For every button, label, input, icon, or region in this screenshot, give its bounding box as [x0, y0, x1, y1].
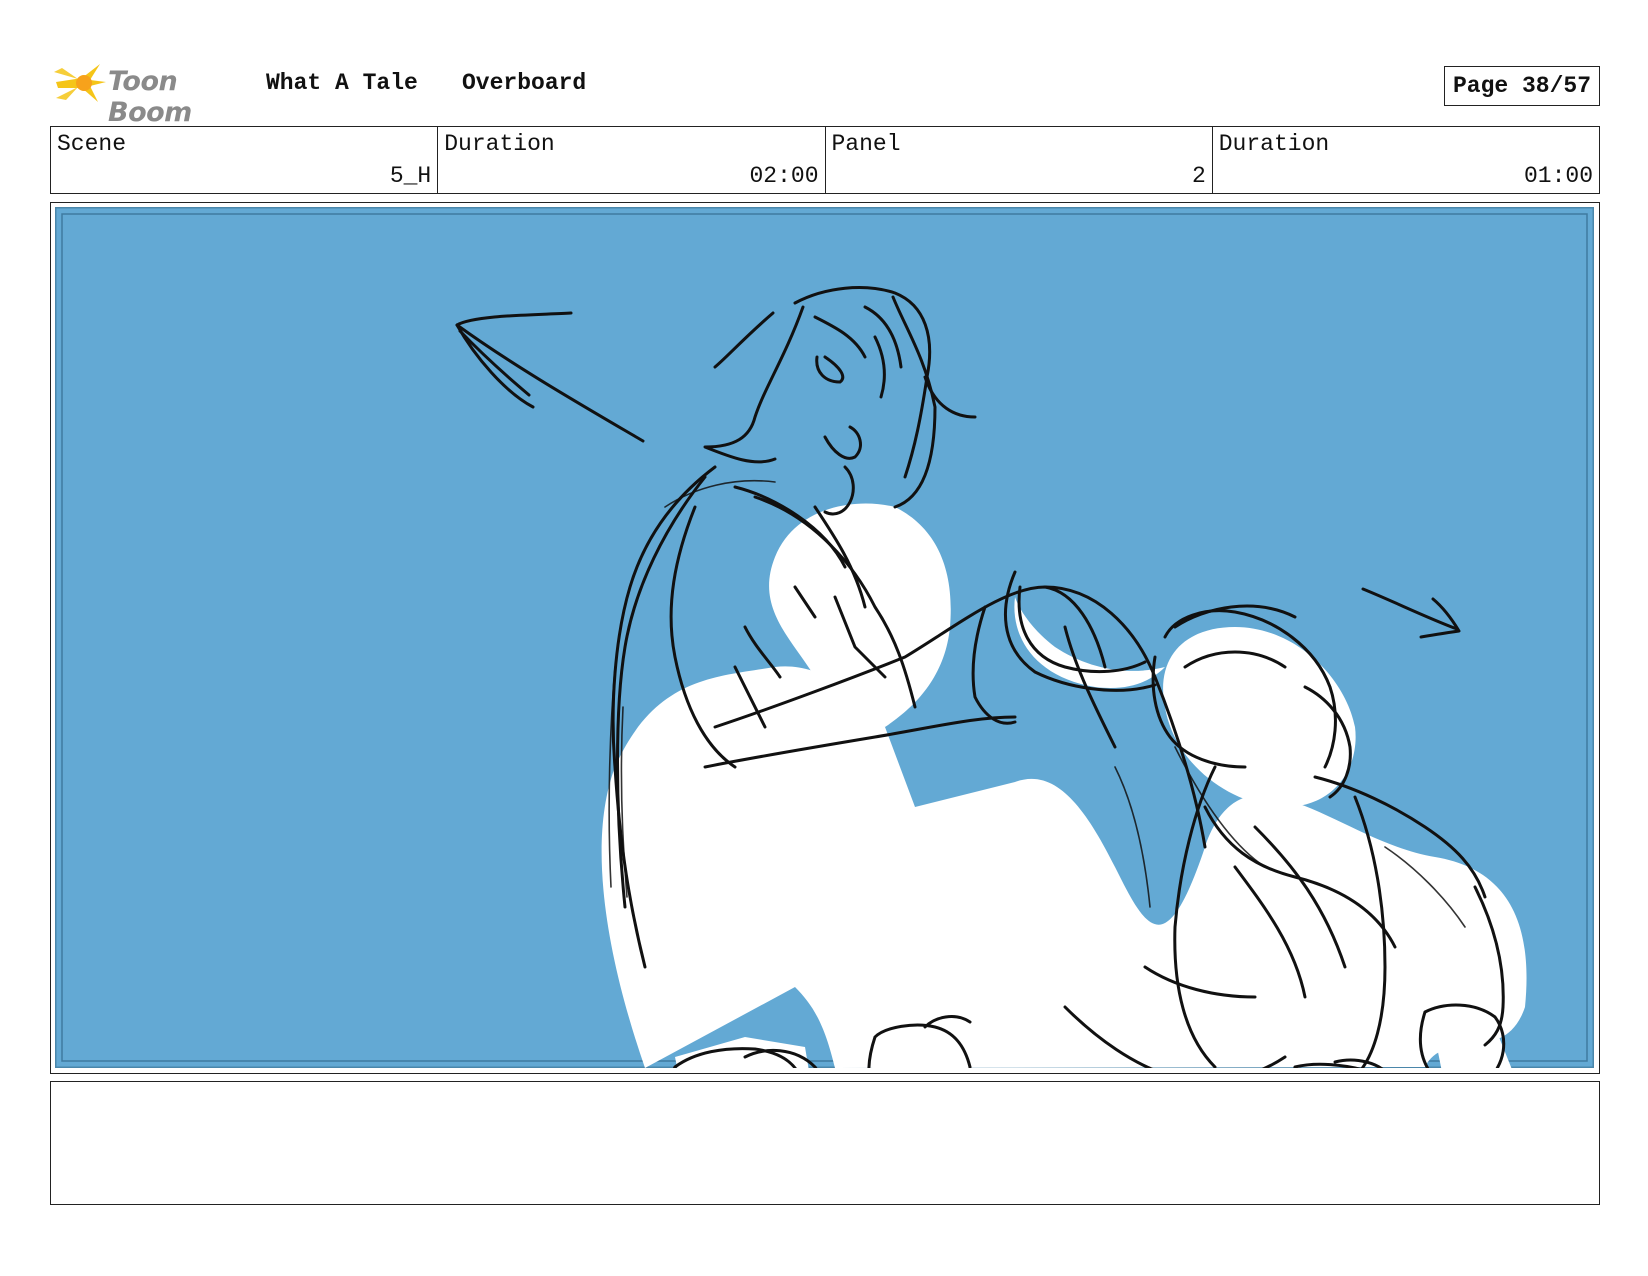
- panel-sketch: [55, 207, 1594, 1068]
- scene-duration-label: Duration: [444, 131, 555, 157]
- storyboard-panel: [50, 202, 1600, 1074]
- scene-duration-cell: Duration 02:00: [438, 127, 826, 193]
- panel-notes-box: [50, 1081, 1600, 1205]
- starburst-icon: [54, 64, 106, 102]
- panel-cell: Panel 2: [826, 127, 1213, 193]
- scene-cell: Scene 5_H: [51, 127, 439, 193]
- page-header: Toon Boom What A Tale Overboard Page 38/…: [52, 58, 1600, 128]
- page-number: Page 38/57: [1443, 66, 1600, 106]
- toon-boom-logo: Toon Boom: [52, 58, 248, 128]
- scene-duration-value: 02:00: [749, 163, 819, 189]
- scene-label: Scene: [57, 131, 127, 157]
- panel-value: 2: [1191, 163, 1206, 189]
- scene-info-row: Scene 5_H Duration 02:00 Panel 2 Duratio…: [50, 126, 1600, 194]
- panel-duration-cell: Duration 01:00: [1213, 127, 1599, 193]
- panel-duration-value: 01:00: [1523, 163, 1593, 189]
- project-title: What A Tale: [266, 70, 418, 96]
- panel-label: Panel: [831, 131, 901, 157]
- episode-title: Overboard: [462, 70, 587, 96]
- scene-value: 5_H: [389, 163, 432, 189]
- panel-duration-label: Duration: [1218, 131, 1330, 157]
- logo-text: Toon Boom: [108, 66, 192, 128]
